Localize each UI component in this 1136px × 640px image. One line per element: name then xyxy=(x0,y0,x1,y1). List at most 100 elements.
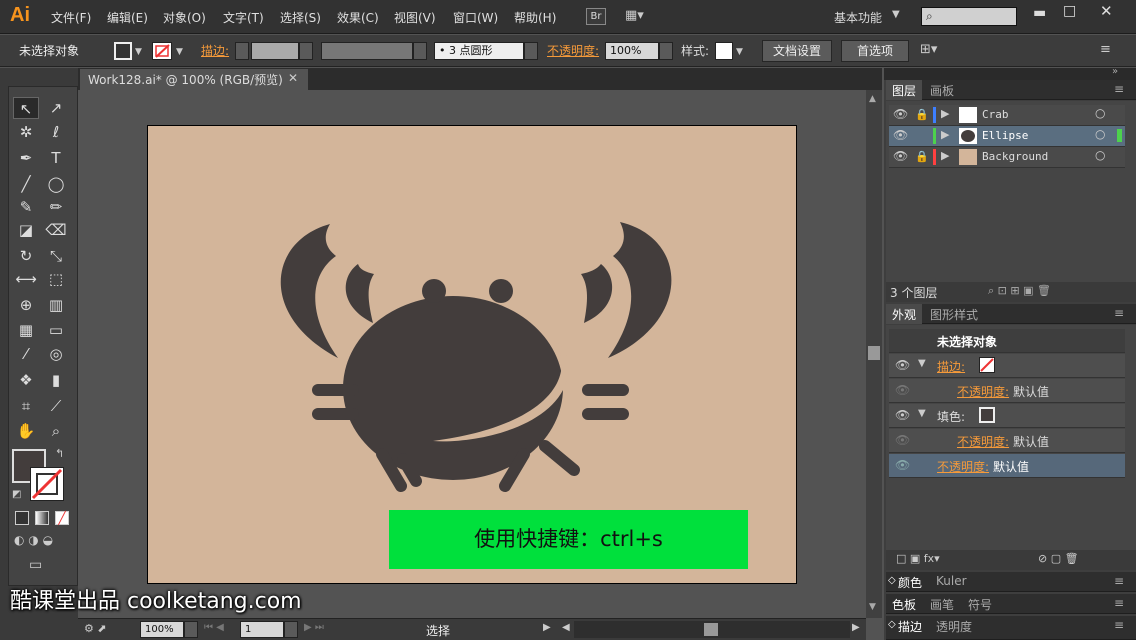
tab-stroke[interactable]: 描边 xyxy=(898,618,922,635)
line-tool-icon[interactable]: ╱ xyxy=(13,173,39,195)
direct-selection-icon[interactable]: ↗ xyxy=(43,97,69,119)
menu-object[interactable]: 对象(O) xyxy=(163,9,206,26)
menu-window[interactable]: 窗口(W) xyxy=(453,9,498,26)
pencil-icon[interactable]: ✏ xyxy=(43,196,69,218)
tab-brushes[interactable]: 画笔 xyxy=(930,596,954,613)
menu-select[interactable]: 选择(S) xyxy=(280,9,321,26)
none-mode-icon[interactable]: ╱ xyxy=(55,511,69,525)
menu-view[interactable]: 视图(V) xyxy=(394,9,436,26)
appearance-opacity-row[interactable]: 👁 不透明度: 默认值 xyxy=(889,454,1125,478)
menu-type[interactable]: 文字(T) xyxy=(223,9,264,26)
scroll-right-icon[interactable]: ▶ xyxy=(852,622,860,633)
status-menu-icon[interactable]: ▶ xyxy=(543,622,551,633)
column-graph-icon[interactable]: ▮ xyxy=(43,369,69,391)
tab-layers[interactable]: 图层 xyxy=(892,82,916,99)
color-mode-icon[interactable] xyxy=(15,511,29,525)
document-tab[interactable]: Work128.ai* @ 100% (RGB/预览) ✕ xyxy=(80,69,308,90)
artboard-number-field[interactable]: 1 xyxy=(240,621,284,638)
mesh-tool-icon[interactable]: ▦ xyxy=(13,319,39,341)
zoom-dropdown[interactable] xyxy=(184,621,198,638)
fill-label[interactable]: 填色: xyxy=(937,408,965,425)
blend-tool-icon[interactable]: ◎ xyxy=(43,343,69,365)
scroll-thumb[interactable] xyxy=(704,623,718,636)
vertical-scrollbar[interactable]: ▲ ▼ xyxy=(866,90,882,618)
profile-dropdown[interactable] xyxy=(413,42,427,60)
zoom-tool-icon[interactable]: ⌕ xyxy=(43,420,69,442)
scale-tool-icon[interactable]: ⤡ xyxy=(43,245,69,267)
target-icon[interactable]: ○ xyxy=(1095,106,1105,120)
scroll-thumb[interactable] xyxy=(868,346,880,360)
minimize-icon[interactable]: ▬ xyxy=(1033,5,1046,21)
artboard-dropdown[interactable] xyxy=(284,621,298,638)
tab-swatches[interactable]: 色板 xyxy=(892,596,916,613)
draw-mode-icons[interactable]: ◐ ◑ ◒ xyxy=(14,533,53,547)
layer-row-background[interactable]: 👁 🔒 ▶ Background ○ xyxy=(889,147,1125,168)
perspective-grid-icon[interactable]: ▥ xyxy=(43,294,69,316)
eraser-icon[interactable]: ⌫ xyxy=(43,219,69,241)
gradient-tool-icon[interactable]: ▭ xyxy=(43,319,69,341)
appearance-footer-right-icons[interactable]: ⊘ ▢ 🗑 xyxy=(1038,552,1079,565)
status-icons[interactable]: ⚙ ⬈ xyxy=(84,622,107,635)
appearance-stroke-opacity-row[interactable]: 👁 不透明度: 默认值 xyxy=(889,379,1125,403)
panel-menu-icon[interactable]: ≡ xyxy=(1114,574,1124,588)
scroll-down-icon[interactable]: ▼ xyxy=(869,602,876,612)
stroke-color-swatch[interactable] xyxy=(30,467,64,501)
arrange-documents-icon[interactable]: ▦▾ xyxy=(625,8,653,25)
appearance-fill-row[interactable]: 👁 ▼ 填色: xyxy=(889,404,1125,428)
arrange-icon[interactable]: ⊞▾ xyxy=(920,42,937,57)
horizontal-scrollbar[interactable] xyxy=(574,621,850,638)
fill-swatch[interactable] xyxy=(114,42,132,60)
width-tool-icon[interactable]: ⟷ xyxy=(13,268,39,290)
stroke-weight-dropdown[interactable] xyxy=(299,42,313,60)
rotate-tool-icon[interactable]: ↻ xyxy=(13,245,39,267)
style-swatch[interactable] xyxy=(715,42,733,60)
scroll-up-icon[interactable]: ▲ xyxy=(869,94,876,104)
chevron-down-icon[interactable]: ▼ xyxy=(892,9,900,20)
opacity-dropdown[interactable] xyxy=(659,42,673,60)
stroke-weight-stepper[interactable] xyxy=(235,42,249,60)
slice-tool-icon[interactable]: ⟋ xyxy=(43,395,69,417)
chevron-down-icon[interactable]: ▼ xyxy=(135,47,142,57)
maximize-icon[interactable]: □ xyxy=(1063,3,1076,19)
panel-menu-icon[interactable]: ≡ xyxy=(1114,618,1124,632)
stroke-swatch[interactable] xyxy=(152,42,172,60)
close-icon[interactable]: ✕ xyxy=(1100,2,1113,20)
tab-transparency[interactable]: 透明度 xyxy=(936,618,972,635)
tab-kuler[interactable]: Kuler xyxy=(936,574,967,588)
paintbrush-icon[interactable]: ✎ xyxy=(13,196,39,218)
lock-icon[interactable]: 🔒 xyxy=(915,150,929,163)
eye-icon[interactable]: 👁 xyxy=(893,128,908,142)
menu-effect[interactable]: 效果(C) xyxy=(337,9,379,26)
tab-artboards[interactable]: 画板 xyxy=(930,82,954,99)
close-icon[interactable]: ✕ xyxy=(288,71,298,85)
prev-artboard-icons[interactable]: ⏮ ◀ xyxy=(204,622,224,633)
tab-color[interactable]: 颜色 xyxy=(898,574,922,591)
symbol-sprayer-icon[interactable]: ❖ xyxy=(13,369,39,391)
document-setup-button[interactable]: 文档设置 xyxy=(762,40,832,62)
panel-menu-icon[interactable]: ≡ xyxy=(1114,306,1124,320)
screen-mode-icon[interactable]: ▭ xyxy=(29,557,42,573)
swap-colors-icon[interactable]: ↰ xyxy=(55,447,64,460)
eye-icon[interactable]: 👁 xyxy=(893,149,908,163)
blob-brush-icon[interactable]: ◪ xyxy=(13,219,39,241)
stroke-label[interactable]: 描边: xyxy=(937,358,965,375)
target-icon[interactable]: ○ xyxy=(1095,127,1105,141)
expand-icon[interactable]: ▶ xyxy=(941,107,949,120)
workspace-switcher[interactable]: 基本功能 xyxy=(834,9,882,26)
tab-appearance[interactable]: 外观 xyxy=(892,306,916,323)
scroll-left-icon[interactable]: ◀ xyxy=(562,622,570,633)
gradient-mode-icon[interactable] xyxy=(35,511,49,525)
brush-definition[interactable]: • 3 点圆形 xyxy=(434,42,524,60)
hand-tool-icon[interactable]: ✋ xyxy=(13,420,39,442)
expand-icon[interactable]: ▶ xyxy=(941,128,949,141)
search-input[interactable]: ⌕ xyxy=(921,7,1017,26)
eye-icon[interactable]: 👁 xyxy=(895,408,910,422)
eyedropper-icon[interactable]: ⁄ xyxy=(13,343,39,365)
free-transform-icon[interactable]: ⬚ xyxy=(43,268,69,290)
stroke-weight-field[interactable] xyxy=(251,42,299,60)
opacity-label[interactable]: 不透明度: xyxy=(957,383,1009,400)
pen-tool-icon[interactable]: ✒ xyxy=(13,147,39,169)
artboard-tool-icon[interactable]: ⌗ xyxy=(13,395,39,417)
magic-wand-icon[interactable]: ✲ xyxy=(13,121,39,143)
shape-builder-icon[interactable]: ⊕ xyxy=(13,294,39,316)
